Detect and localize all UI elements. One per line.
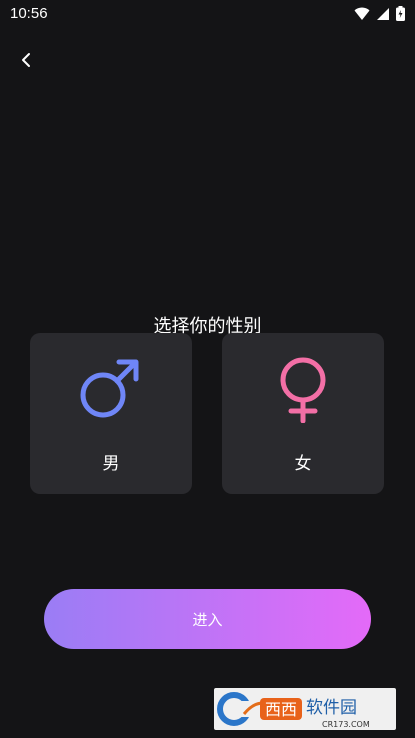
gender-option-female[interactable]: 女 <box>222 333 384 494</box>
status-bar: 10:56 <box>0 0 415 28</box>
battery-icon <box>396 6 405 21</box>
gender-label-male: 男 <box>102 454 120 474</box>
enter-button[interactable]: 进入 <box>44 589 371 649</box>
cellular-signal-icon <box>377 7 389 20</box>
status-time: 10:56 <box>10 5 48 22</box>
watermark-logo: 西西 软件园 CR173.COM <box>214 688 396 730</box>
wifi-icon <box>354 7 370 20</box>
svg-text:西西: 西西 <box>265 700 297 719</box>
gender-label-female: 女 <box>294 454 312 474</box>
back-button[interactable] <box>14 48 38 72</box>
male-icon <box>80 359 139 418</box>
chevron-left-icon <box>22 53 30 67</box>
female-icon <box>280 357 326 423</box>
gender-option-male[interactable]: 男 <box>30 333 192 494</box>
status-icons <box>354 6 405 21</box>
svg-text:CR173.COM: CR173.COM <box>322 720 370 729</box>
svg-text:软件园: 软件园 <box>306 698 357 718</box>
